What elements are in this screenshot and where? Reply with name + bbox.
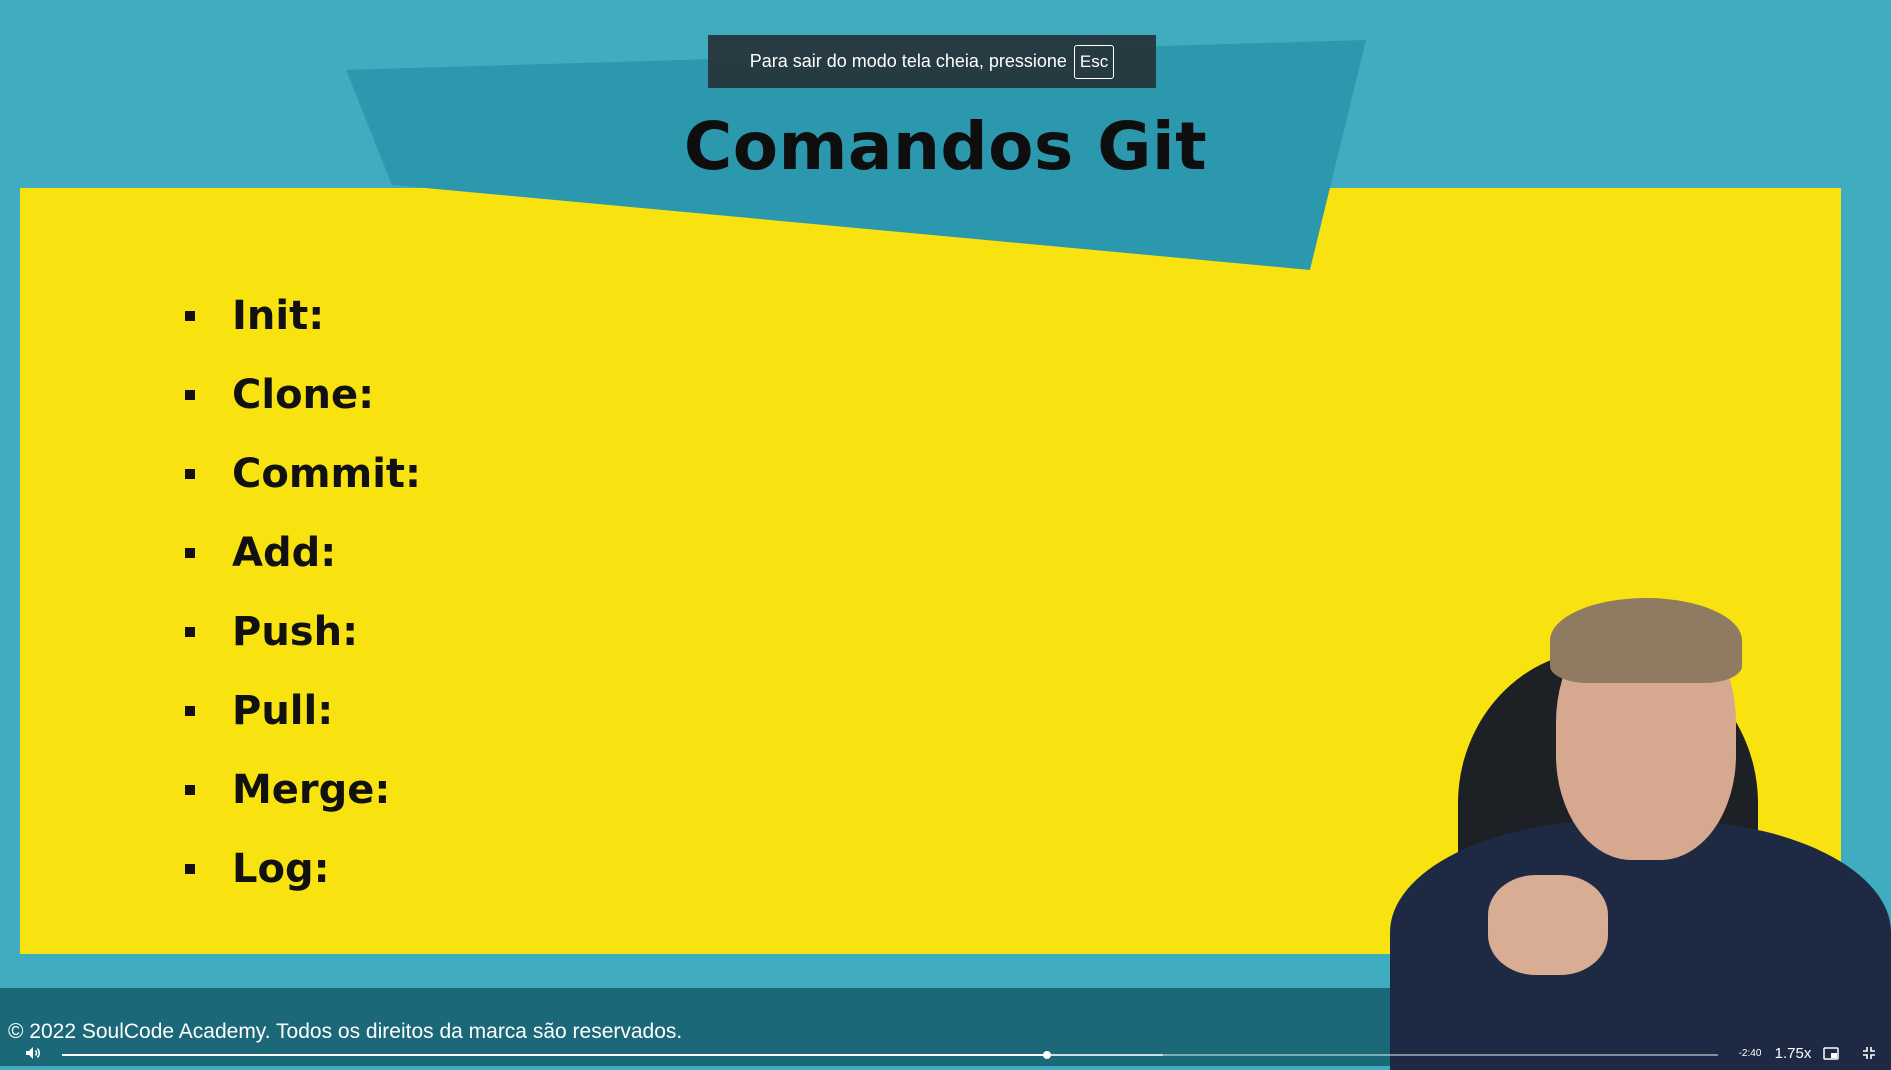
volume-icon[interactable] bbox=[22, 1040, 44, 1066]
bullet-icon bbox=[185, 389, 195, 400]
player-controls: -2:40 1.75x bbox=[0, 1040, 1891, 1066]
command-label: Clone: bbox=[232, 371, 375, 418]
slide-title: Comandos Git bbox=[683, 108, 1208, 185]
esc-key-badge: Esc bbox=[1073, 44, 1115, 79]
list-item: Add: bbox=[185, 513, 421, 592]
list-item: Init: bbox=[185, 276, 421, 355]
command-label: Add: bbox=[232, 529, 337, 576]
bullet-icon bbox=[185, 784, 195, 795]
presenter-hair bbox=[1550, 598, 1742, 683]
list-item: Log: bbox=[185, 829, 421, 908]
list-item: Push: bbox=[185, 592, 421, 671]
progress-handle[interactable] bbox=[1043, 1051, 1052, 1059]
bullet-icon bbox=[185, 547, 195, 558]
time-remaining: -2:40 bbox=[1738, 1047, 1762, 1059]
list-item: Clone: bbox=[185, 355, 421, 434]
command-label: Push: bbox=[232, 608, 359, 655]
command-label: Log: bbox=[232, 845, 330, 892]
bullet-icon bbox=[185, 310, 195, 321]
progress-fill bbox=[62, 1054, 1048, 1056]
fullscreen-notice-text: Para sair do modo tela cheia, pressione bbox=[749, 51, 1067, 71]
command-label: Init: bbox=[232, 292, 325, 339]
command-label: Merge: bbox=[232, 766, 391, 813]
playback-speed-button[interactable]: 1.75x bbox=[1772, 1040, 1814, 1066]
video-slide: Comandos Git Init: Clone: Commit: Add: P… bbox=[0, 0, 1891, 1070]
command-label: Pull: bbox=[232, 687, 334, 734]
list-item: Merge: bbox=[185, 750, 421, 829]
list-item: Commit: bbox=[185, 434, 421, 513]
progress-bar[interactable] bbox=[62, 1051, 1718, 1059]
bullet-icon bbox=[185, 626, 195, 637]
bullet-icon bbox=[185, 468, 195, 479]
list-item: Pull: bbox=[185, 671, 421, 750]
picture-in-picture-icon[interactable] bbox=[1820, 1040, 1842, 1066]
presenter-webcam bbox=[1370, 590, 1891, 1070]
fullscreen-notice: Para sair do modo tela cheia, pressione … bbox=[708, 35, 1156, 88]
bullet-icon bbox=[185, 705, 195, 716]
bullet-icon bbox=[185, 863, 195, 874]
presenter-hand bbox=[1488, 875, 1608, 975]
exit-fullscreen-icon[interactable] bbox=[1858, 1040, 1880, 1066]
commands-list: Init: Clone: Commit: Add: Push: Pull: Me… bbox=[185, 276, 421, 908]
command-label: Commit: bbox=[232, 450, 422, 497]
